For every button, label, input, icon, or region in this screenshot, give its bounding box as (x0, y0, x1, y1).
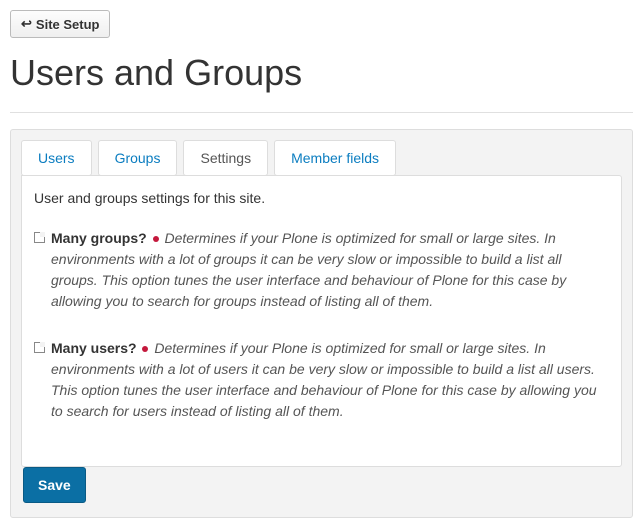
field-many-groups: Many groups? Determines if your Plone is… (34, 228, 609, 312)
field-many-users: Many users? Determines if your Plone is … (34, 338, 609, 422)
tab-users[interactable]: Users (21, 140, 92, 176)
tab-settings[interactable]: Settings (183, 140, 268, 176)
page-title: Users and Groups (10, 52, 633, 94)
site-setup-button[interactable]: ↩ Site Setup (10, 10, 110, 38)
tab-member-fields[interactable]: Member fields (274, 140, 396, 176)
tab-groups[interactable]: Groups (98, 140, 178, 176)
label-many-groups: Many groups? (51, 230, 147, 246)
tab-bar: Users Groups Settings Member fields (11, 130, 632, 176)
divider (10, 112, 633, 113)
required-dot-icon (153, 236, 159, 242)
tab-content: User and groups settings for this site. … (21, 175, 622, 467)
save-button[interactable]: Save (23, 467, 86, 503)
field-text: Many groups? Determines if your Plone is… (51, 228, 609, 312)
site-setup-label: Site Setup (36, 17, 100, 32)
field-text: Many users? Determines if your Plone is … (51, 338, 609, 422)
checkbox-many-users[interactable] (34, 342, 45, 353)
settings-panel: Users Groups Settings Member fields User… (10, 129, 633, 518)
intro-text: User and groups settings for this site. (34, 190, 609, 206)
required-dot-icon (142, 346, 148, 352)
checkbox-many-groups[interactable] (34, 232, 45, 243)
return-icon: ↩ (21, 16, 32, 32)
label-many-users: Many users? (51, 340, 137, 356)
